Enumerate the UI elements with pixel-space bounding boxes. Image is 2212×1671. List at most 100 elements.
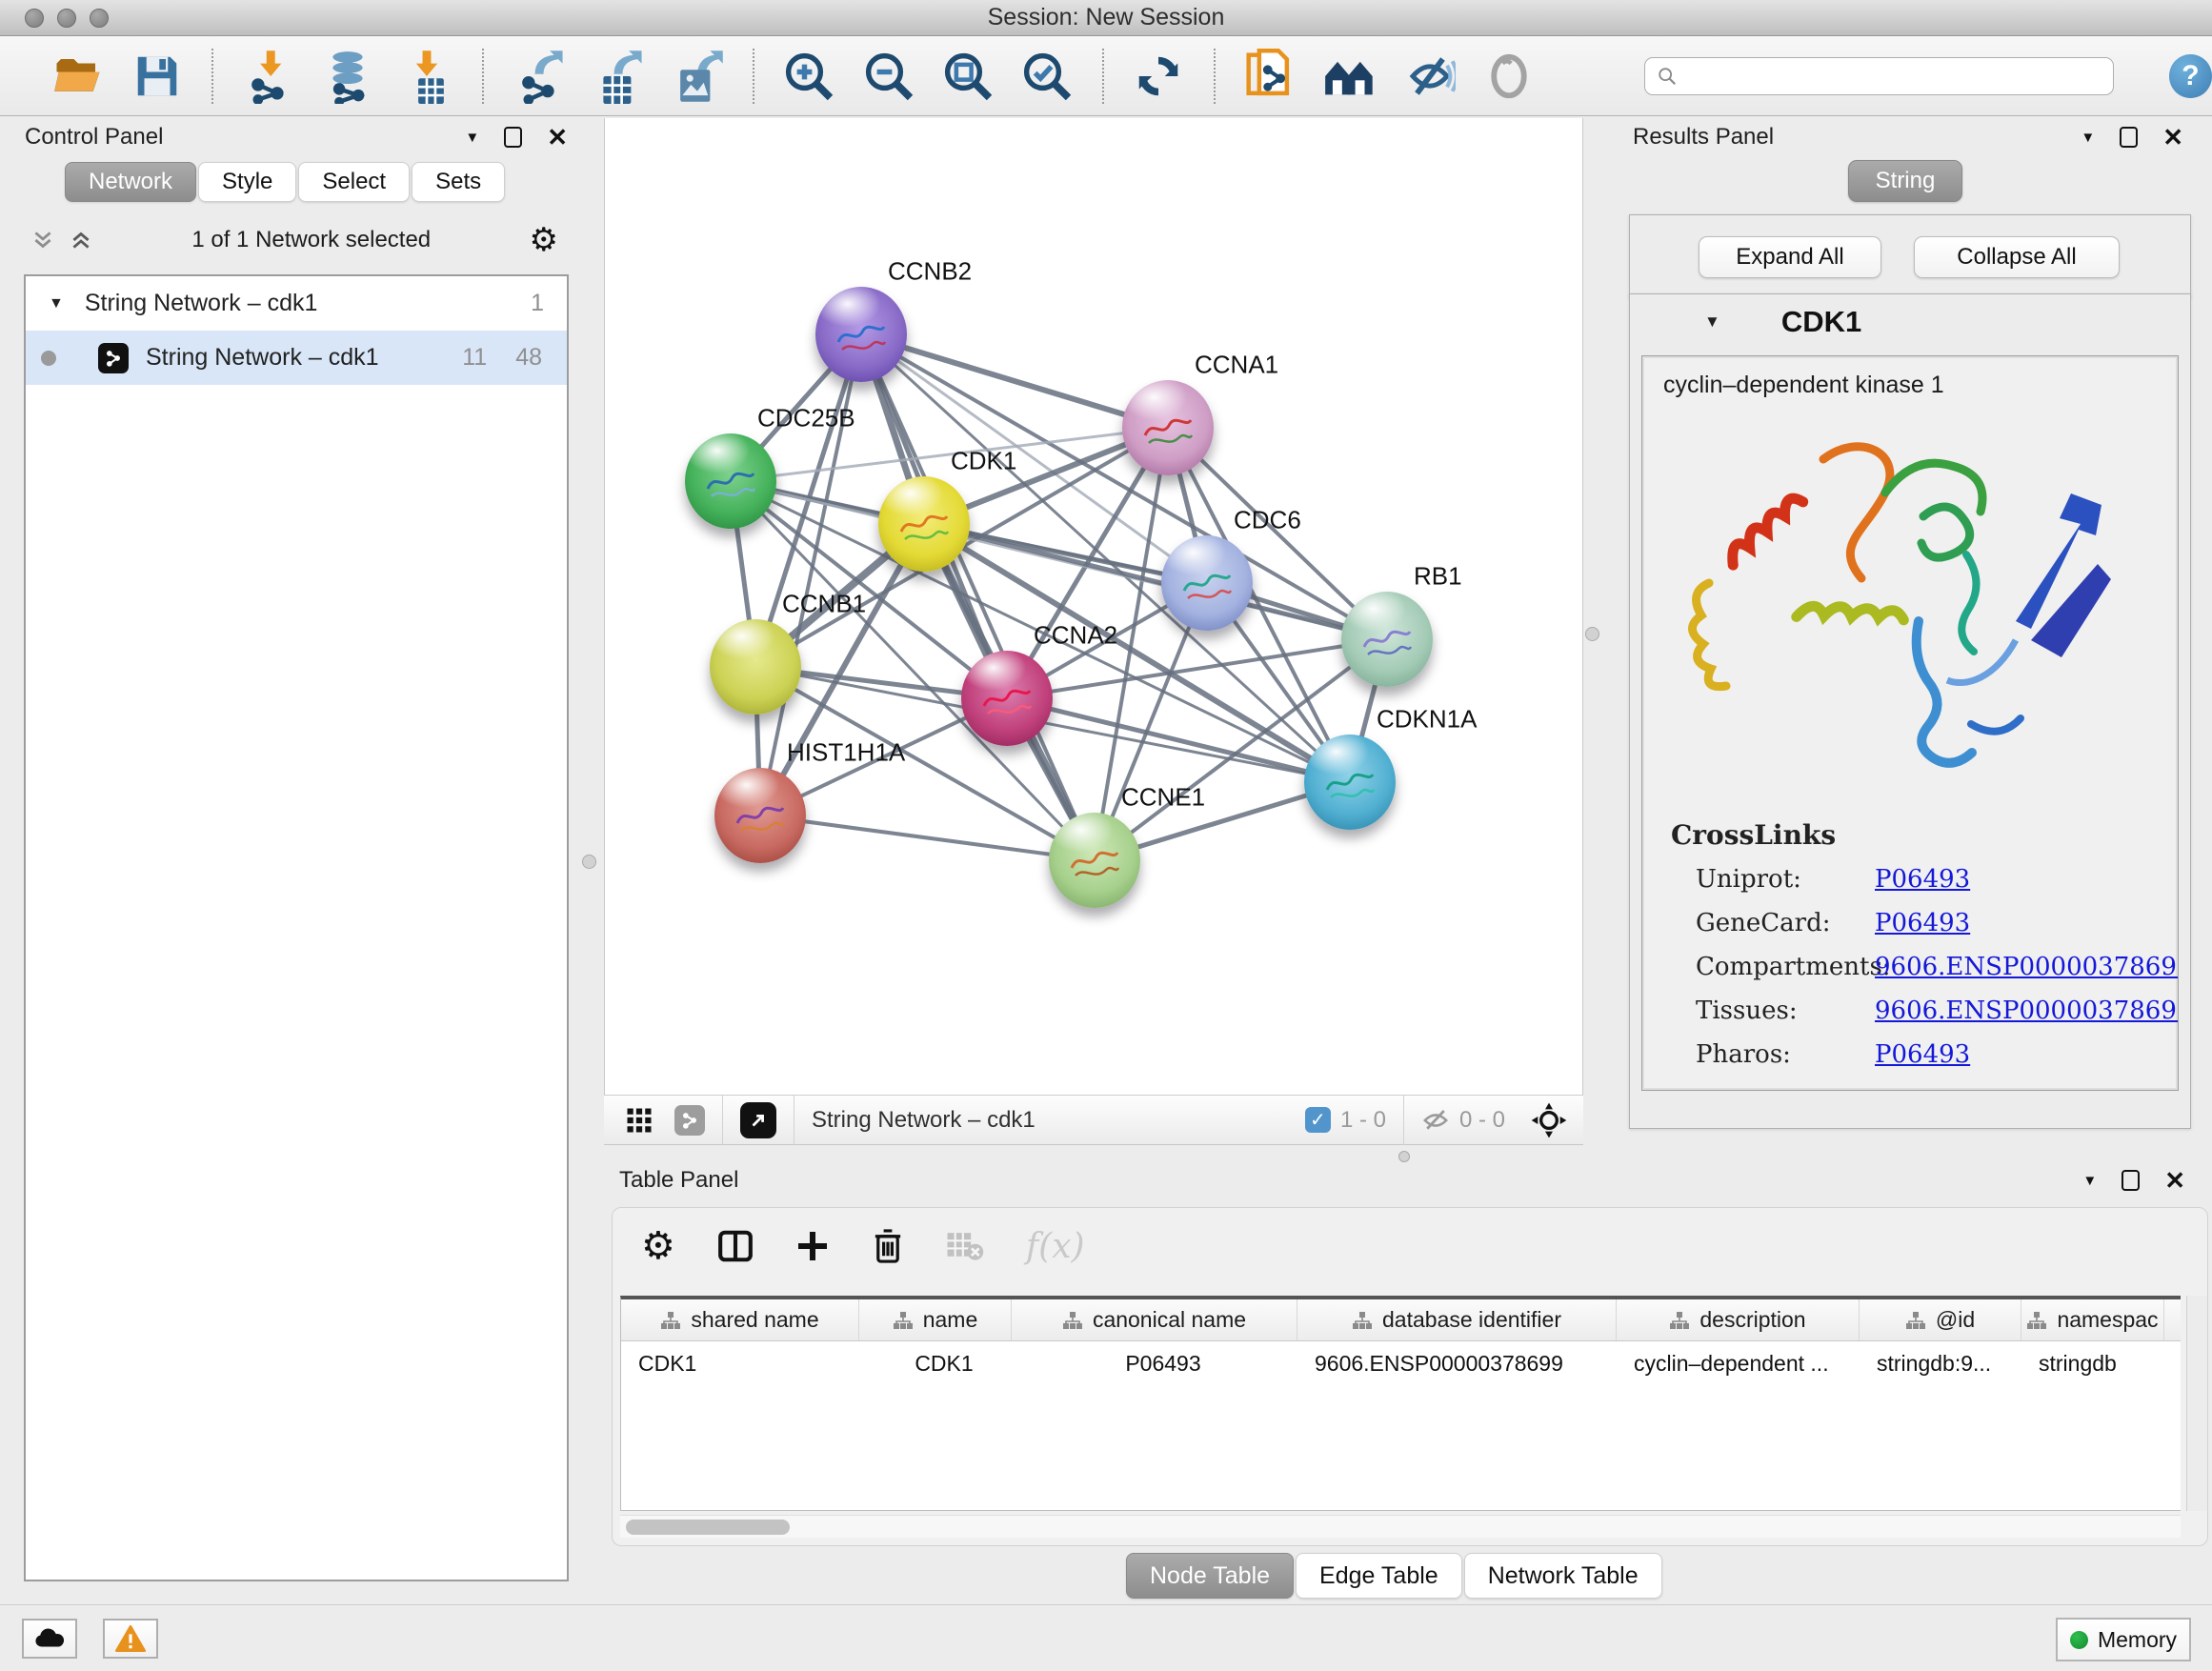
share-document-button[interactable] — [1244, 49, 1297, 104]
network-row-selected[interactable]: String Network – cdk1 11 48 — [26, 331, 567, 385]
tab-node-table[interactable]: Node Table — [1126, 1553, 1294, 1599]
network-edge[interactable] — [861, 334, 1168, 428]
export-network-button[interactable] — [513, 49, 565, 104]
table-vertical-scrollbar[interactable] — [2186, 1296, 2207, 1511]
show-selected-button[interactable] — [1482, 49, 1535, 104]
zoom-in-button[interactable] — [783, 49, 835, 104]
memory-button[interactable]: Memory — [2056, 1618, 2191, 1661]
network-node-rb1[interactable] — [1341, 592, 1433, 687]
column-header-canonical-name[interactable]: canonical name — [1012, 1299, 1297, 1340]
column-header--id[interactable]: @id — [1860, 1299, 2021, 1340]
column-header-shared-name[interactable]: shared name — [621, 1299, 859, 1340]
expand-all-button[interactable]: Expand All — [1699, 236, 1881, 278]
network-share-icon[interactable] — [674, 1105, 705, 1136]
network-node-cdk1[interactable] — [878, 476, 970, 572]
expand-all-chevron-icon[interactable] — [30, 228, 55, 252]
crosshair-icon[interactable] — [1530, 1101, 1568, 1139]
panel-menu-icon[interactable]: ▼ — [465, 130, 479, 146]
minimize-window-icon[interactable] — [57, 9, 76, 28]
tab-edge-table[interactable]: Edge Table — [1296, 1553, 1462, 1599]
tab-style[interactable]: Style — [198, 162, 296, 202]
search-input[interactable] — [1644, 57, 2114, 95]
table-cell[interactable]: stringdb:9... — [1860, 1351, 2021, 1377]
refresh-button[interactable] — [1133, 49, 1185, 104]
export-image-button[interactable] — [672, 49, 724, 104]
tab-string[interactable]: String — [1848, 160, 1962, 202]
collapse-triangle-icon[interactable]: ▼ — [49, 295, 64, 312]
table-cell[interactable]: P06493 — [1012, 1351, 1297, 1377]
table-options-gear-icon[interactable]: ⚙ — [641, 1230, 675, 1262]
network-node-ccna1[interactable] — [1122, 380, 1214, 475]
table-horizontal-scrollbar[interactable] — [620, 1515, 2181, 1538]
birdseye-view-icon[interactable] — [740, 1102, 776, 1138]
delete-table-icon[interactable] — [946, 1230, 984, 1262]
zoom-fit-button[interactable] — [941, 49, 994, 104]
traffic-lights[interactable] — [25, 9, 109, 28]
cloud-button[interactable] — [22, 1619, 77, 1659]
network-canvas[interactable]: CCNB2CCNA1CDC25BCDK1CDC6RB1CCNB1CCNA2CDK… — [604, 118, 1583, 1095]
import-table-button[interactable] — [401, 49, 453, 104]
network-edge[interactable] — [760, 815, 1095, 860]
collapse-triangle-icon[interactable]: ▼ — [1704, 312, 1720, 332]
tab-network-table[interactable]: Network Table — [1464, 1553, 1662, 1599]
crosslink-link[interactable]: P06493 — [1875, 1040, 1970, 1069]
crosslink-link[interactable]: P06493 — [1875, 909, 1970, 937]
warnings-button[interactable] — [103, 1619, 158, 1659]
add-column-icon[interactable] — [795, 1229, 830, 1263]
network-node-cdc25b[interactable] — [685, 433, 776, 529]
network-node-cdc6[interactable] — [1161, 535, 1253, 631]
import-network-button[interactable] — [242, 49, 294, 104]
import-network-database-button[interactable] — [322, 49, 374, 104]
network-node-ccna2[interactable] — [961, 651, 1053, 746]
panel-float-icon[interactable] — [504, 127, 522, 148]
table-cell[interactable]: CDK1 — [859, 1351, 1012, 1377]
export-table-button[interactable] — [592, 49, 644, 104]
maximize-window-icon[interactable] — [90, 9, 109, 28]
zoom-out-button[interactable] — [862, 49, 915, 104]
crosslink-link[interactable]: 9606.ENSP00000378699 — [1875, 997, 2179, 1025]
node-table[interactable]: shared namenamecanonical namedatabase id… — [620, 1296, 2181, 1511]
table-cell[interactable]: CDK1 — [621, 1351, 859, 1377]
table-cell[interactable]: stringdb — [2021, 1351, 2164, 1377]
network-edge[interactable] — [924, 524, 1387, 639]
panel-menu-icon[interactable]: ▼ — [2081, 130, 2095, 146]
column-header-namespac[interactable]: namespac — [2021, 1299, 2164, 1340]
crosslink-link[interactable]: P06493 — [1875, 865, 1970, 894]
collapse-all-chevron-icon[interactable] — [69, 228, 93, 252]
network-node-ccnb1[interactable] — [710, 619, 801, 715]
panel-menu-icon[interactable]: ▼ — [2082, 1173, 2097, 1189]
close-window-icon[interactable] — [25, 9, 44, 28]
tab-select[interactable]: Select — [298, 162, 410, 202]
delete-column-trash-icon[interactable] — [872, 1228, 904, 1264]
network-edge[interactable] — [861, 334, 1095, 860]
tab-sets[interactable]: Sets — [412, 162, 505, 202]
string-home-button[interactable] — [1323, 49, 1377, 104]
left-splitter-handle[interactable] — [582, 855, 596, 869]
bottom-splitter-handle[interactable] — [1398, 1151, 1410, 1162]
panel-close-icon[interactable]: ✕ — [2164, 1171, 2185, 1190]
network-collection-row[interactable]: ▼ String Network – cdk1 1 — [26, 276, 567, 331]
show-columns-icon[interactable] — [717, 1229, 754, 1263]
right-splitter-handle[interactable] — [1585, 627, 1599, 641]
grid-view-icon[interactable] — [625, 1106, 654, 1135]
table-cell[interactable]: 9606.ENSP00000378699 — [1297, 1351, 1617, 1377]
crosslink-link[interactable]: 9606.ENSP00000378699 — [1875, 953, 2179, 981]
table-row[interactable]: CDK1CDK1P064939606.ENSP00000378699cyclin… — [621, 1341, 2181, 1385]
selected-checkbox-icon[interactable]: ✓ — [1305, 1107, 1331, 1133]
zoom-selected-button[interactable] — [1020, 49, 1073, 104]
network-node-ccne1[interactable] — [1049, 813, 1140, 908]
panel-float-icon[interactable] — [2122, 1170, 2140, 1191]
tab-network[interactable]: Network — [65, 162, 196, 202]
column-header-description[interactable]: description — [1617, 1299, 1860, 1340]
network-options-gear-icon[interactable]: ⚙ — [530, 224, 558, 256]
panel-close-icon[interactable]: ✕ — [547, 128, 568, 147]
column-header-database-identifier[interactable]: database identifier — [1297, 1299, 1617, 1340]
network-node-cdkn1a[interactable] — [1304, 735, 1396, 830]
network-node-ccnb2[interactable] — [815, 287, 907, 382]
help-button[interactable]: ? — [2169, 54, 2212, 98]
panel-float-icon[interactable] — [2120, 127, 2138, 148]
hide-selected-button[interactable] — [1403, 49, 1456, 104]
network-node-hist1h1a[interactable] — [714, 768, 806, 863]
column-header-name[interactable]: name — [859, 1299, 1012, 1340]
scrollbar-thumb[interactable] — [626, 1520, 790, 1535]
